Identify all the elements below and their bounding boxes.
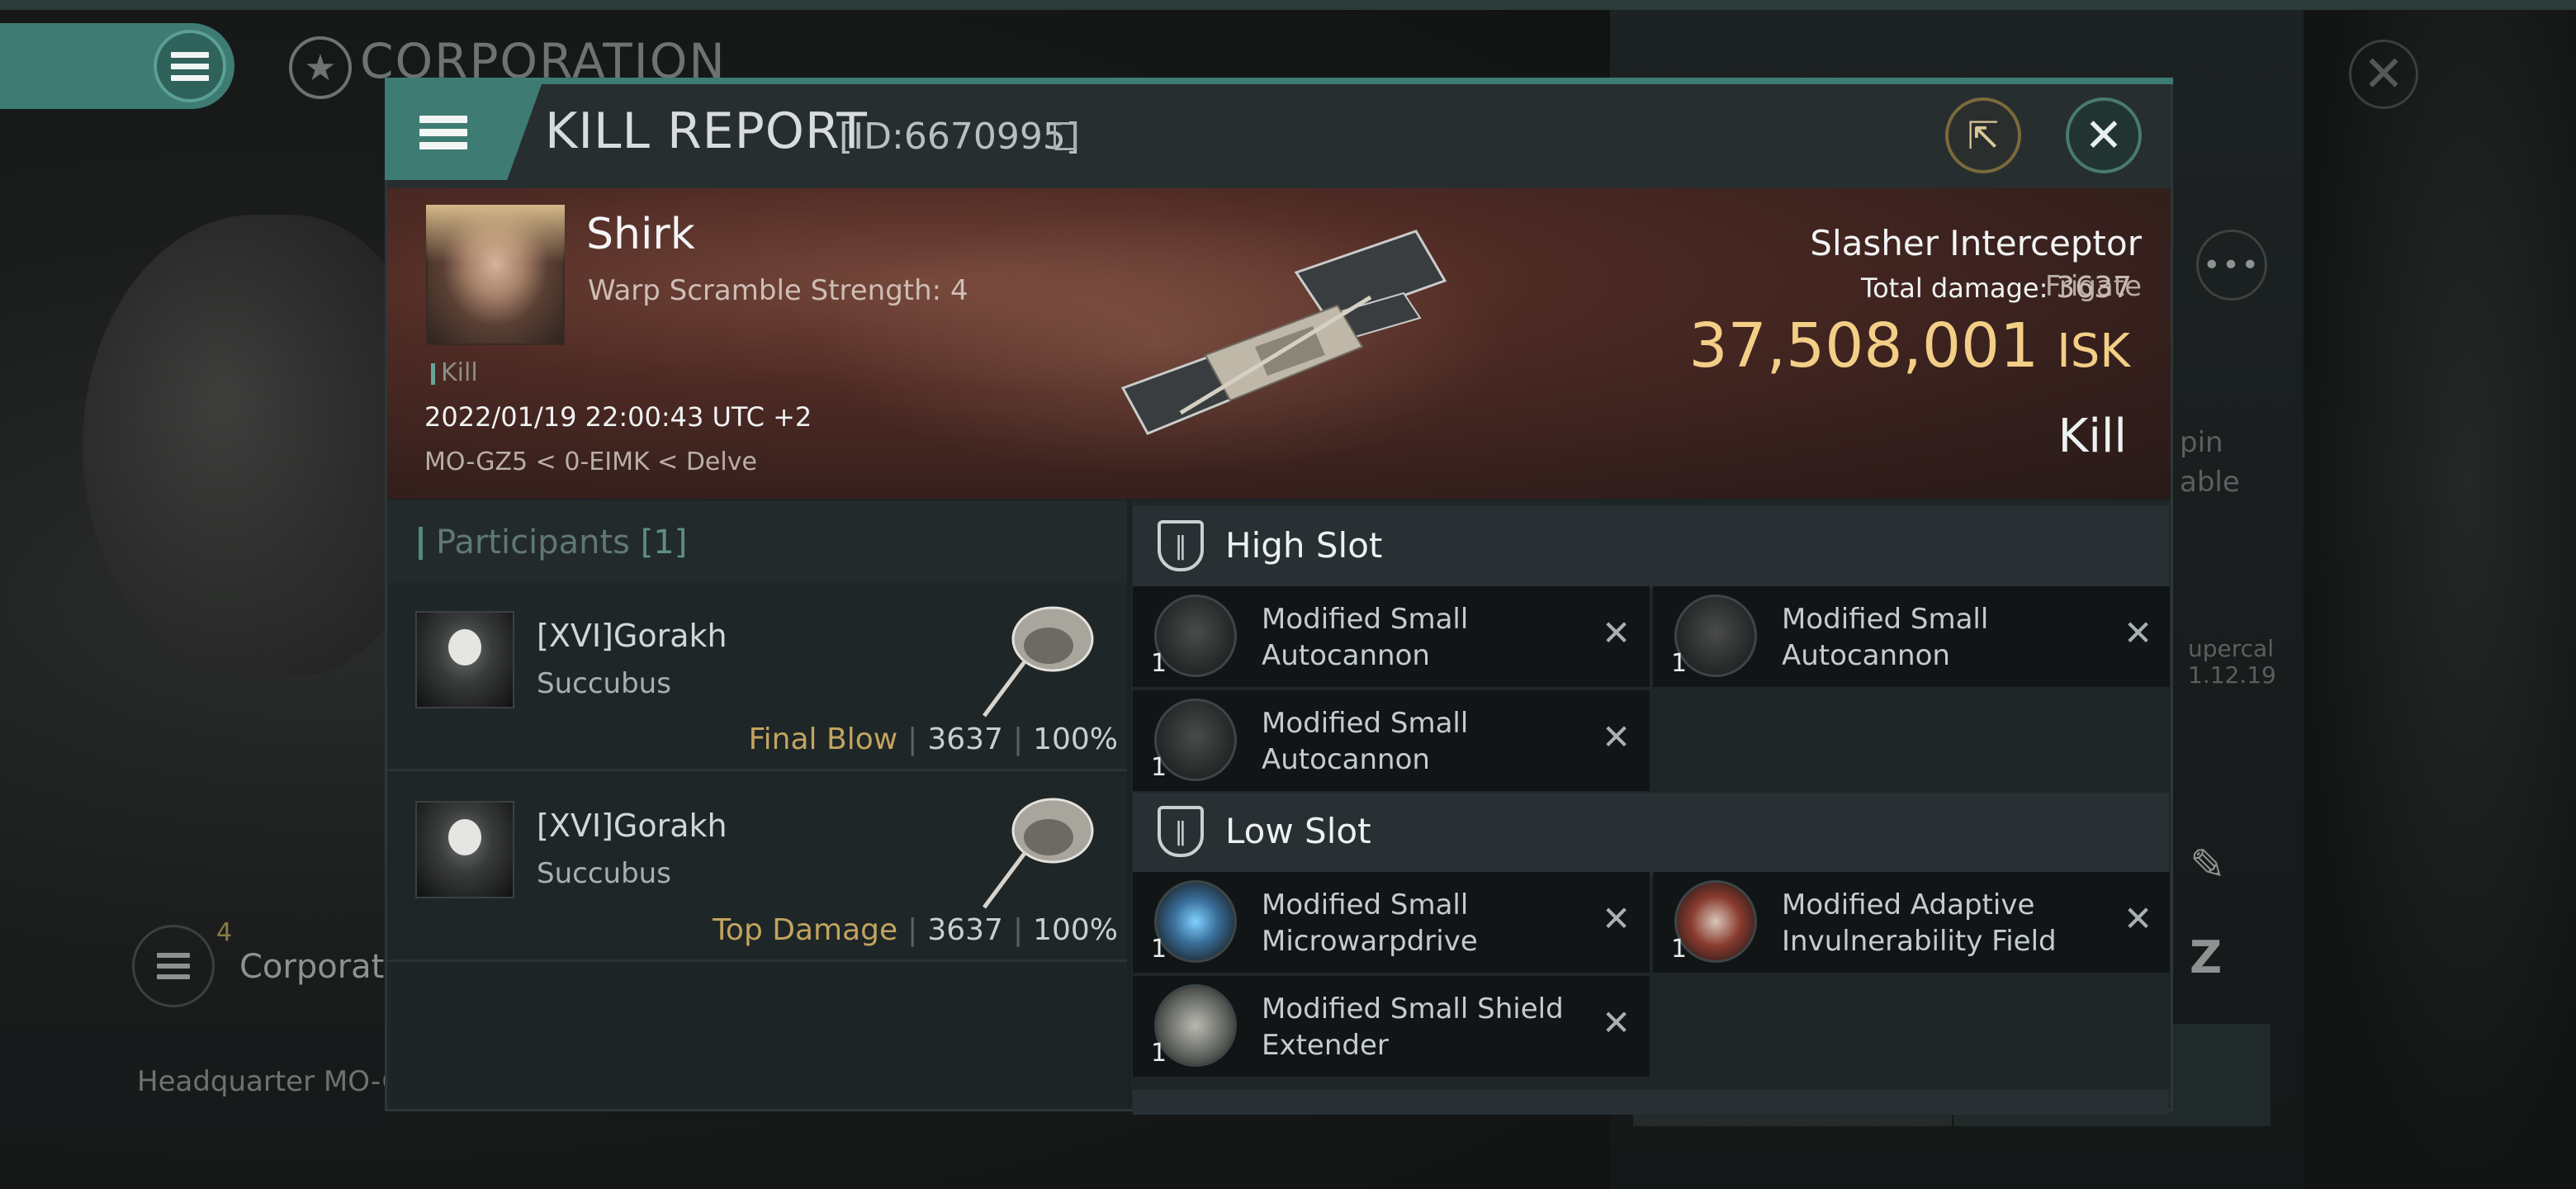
module-name: Modified Adaptive Invulnerability Field (1782, 888, 2057, 958)
side-text-line-2: able (2180, 466, 2240, 499)
destroyed-x-icon: ✕ (2124, 613, 2153, 653)
main-menu-button[interactable] (154, 30, 226, 102)
victim-subtitle: Warp Scramble Strength: 4 (588, 274, 968, 307)
dialog-title: KILL REPORT (545, 102, 868, 160)
corporation-label: Corporati (239, 948, 394, 986)
corporation-star-icon: ★ (289, 36, 352, 99)
side-text-line-4: 1.12.19 (2188, 661, 2276, 689)
participant-damage: 3637 (927, 913, 1003, 947)
menu-icon (419, 115, 467, 149)
headquarter-label: Headquarter MO-G (137, 1065, 404, 1098)
module-qty: 1 (1671, 935, 1688, 964)
participant-name: [XVI]Gorakh (537, 808, 727, 844)
victim-ship-image (1120, 230, 1447, 435)
share-icon[interactable]: ⇱ (1945, 97, 2021, 173)
dialog-accent-line (385, 78, 2173, 84)
participant-avatar-face (448, 629, 481, 666)
side-text-super: upercal 1.12.19 (2188, 636, 2276, 689)
isk-amount: 37,508,001 (1688, 310, 2039, 381)
high-slot-icon: ‖ (1158, 520, 1204, 571)
participant-ship-image (982, 606, 1094, 718)
participant-stats: Final Blow | 3637 | 100% (748, 722, 1118, 756)
kill-id: [ID:6670995] (839, 116, 1080, 158)
participant-role: Final Blow (748, 722, 898, 756)
participants-title: Participants [1] (436, 523, 687, 561)
participant-avatar-face (448, 819, 481, 855)
kill-datetime: 2022/01/19 22:00:43 UTC +2 (424, 401, 812, 433)
module-name: Modified Small Shield Extender (1262, 992, 1564, 1062)
kill-tag-marker (431, 363, 435, 385)
ship-name: Slasher Interceptor (1810, 223, 2142, 263)
destroyed-x-icon: ✕ (1602, 717, 1631, 757)
side-text-pin: pin able (2180, 423, 2240, 502)
participants-header-marker (419, 527, 423, 560)
low-slot-icon: ‖ (1158, 806, 1204, 857)
module-qty: 1 (1151, 753, 1167, 782)
module-name: Modified Small Microwarpdrive (1262, 888, 1478, 958)
low-slot-title: Low Slot (1225, 811, 1371, 851)
destroyed-x-icon: ✕ (1602, 613, 1631, 653)
module-name: Modified Small Autocannon (1262, 707, 1469, 776)
module-qty: 1 (1151, 935, 1167, 964)
total-damage-label: Total damage: (1860, 272, 2048, 304)
side-text-line-1: pin (2180, 426, 2223, 459)
kill-location[interactable]: MO-GZ5 < 0-EIMK < Delve (424, 448, 757, 476)
sleep-settings-icon[interactable]: Z (2190, 931, 2239, 983)
side-text-line-3: upercal (2188, 635, 2274, 662)
background-space (2304, 10, 2576, 1189)
more-options-icon[interactable]: ••• (2196, 230, 2267, 301)
module-qty: 1 (1671, 649, 1688, 678)
copy-icon[interactable] (1054, 122, 1077, 150)
module-name: Modified Small Autocannon (1782, 603, 1989, 672)
total-damage: Total damage: 3637 (1712, 271, 2132, 305)
corporation-badge-count: 4 (216, 918, 233, 947)
participant-stats: Top Damage | 3637 | 100% (713, 913, 1118, 947)
next-slot-header (1133, 1090, 2169, 1115)
background-structure-image (83, 215, 429, 677)
high-slot-title: High Slot (1225, 525, 1383, 566)
edit-icon[interactable]: ✎ (2190, 841, 2236, 890)
participant-ship-image (982, 798, 1094, 909)
destroyed-x-icon: ✕ (2124, 898, 2153, 939)
module-qty: 1 (1151, 1039, 1167, 1068)
total-damage-value: 3637 (2056, 271, 2132, 305)
participants-count: [1] (640, 523, 688, 561)
module-qty: 1 (1151, 649, 1167, 678)
destroyed-x-icon: ✕ (1602, 1002, 1631, 1043)
participant-percent: 100% (1033, 722, 1118, 756)
module-name: Modified Small Autocannon (1262, 603, 1469, 672)
corporation-menu-button[interactable] (132, 925, 215, 1007)
participant-role: Top Damage (713, 913, 898, 947)
victim-portrait-hair (426, 205, 565, 263)
victim-name[interactable]: Shirk (586, 210, 695, 259)
kill-result: Kill (2057, 410, 2127, 463)
kill-tag: Kill (441, 358, 478, 387)
isk-unit: ISK (2057, 324, 2130, 378)
top-strip (0, 0, 2576, 10)
participants-label: Participants (436, 523, 630, 561)
window-close-icon[interactable]: ✕ (2349, 40, 2418, 109)
participant-name: [XVI]Gorakh (537, 618, 727, 654)
isk-value: 37,508,001 ISK (1635, 310, 2131, 381)
participant-ship: Succubus (537, 857, 671, 890)
participant-percent: 100% (1033, 913, 1118, 947)
menu-icon (171, 51, 209, 81)
close-icon[interactable]: ✕ (2066, 97, 2142, 173)
destroyed-x-icon: ✕ (1602, 898, 1631, 939)
list-icon (157, 953, 190, 979)
participant-damage: 3637 (927, 722, 1003, 756)
participant-ship: Succubus (537, 667, 671, 700)
